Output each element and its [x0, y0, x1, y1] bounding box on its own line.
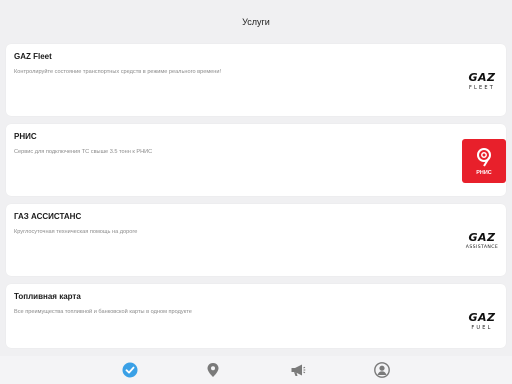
megaphone-icon [291, 364, 306, 376]
gaz-fleet-logo-icon: GAZ FLEET [468, 70, 496, 91]
service-description: Круглосуточная техническая помощь на дор… [14, 229, 138, 235]
service-title: Топливная карта [14, 292, 81, 301]
service-card-fuel-card[interactable]: Топливная карта Все преимущества топливн… [6, 284, 506, 348]
page-header: Услуги [0, 0, 512, 44]
tab-map[interactable] [204, 361, 222, 379]
service-description: Контролируйте состояние транспортных сре… [14, 69, 222, 75]
gaz-fuel-logo-icon: GAZ FUEL [468, 310, 496, 331]
service-card-rnis[interactable]: РНИС Сервис для подключения ТС свыше 3.5… [6, 124, 506, 196]
service-title: РНИС [14, 132, 37, 141]
bottom-tab-bar [0, 356, 512, 384]
service-title: ГАЗ АССИСТАНС [14, 212, 82, 221]
check-circle-icon [122, 362, 138, 378]
service-title: GAZ Fleet [14, 52, 52, 61]
service-description: Все преимущества топливной и банковской … [14, 309, 192, 315]
service-card-gaz-fleet[interactable]: GAZ Fleet Контролируйте состояние трансп… [6, 44, 506, 116]
map-pin-icon [207, 363, 219, 377]
tab-profile[interactable] [373, 361, 391, 379]
tab-services[interactable] [121, 361, 139, 379]
tab-news[interactable] [289, 361, 307, 379]
gaz-assistance-logo-icon: GAZ ASSISTANCE [465, 230, 499, 250]
profile-icon [374, 362, 390, 378]
rnis-logo-icon: РНИС [462, 139, 506, 183]
page-title: Услуги [242, 17, 270, 27]
service-card-gaz-assistance[interactable]: ГАЗ АССИСТАНС Круглосуточная техническая… [6, 204, 506, 276]
service-description: Сервис для подключения ТС свыше 3.5 тонн… [14, 149, 153, 155]
